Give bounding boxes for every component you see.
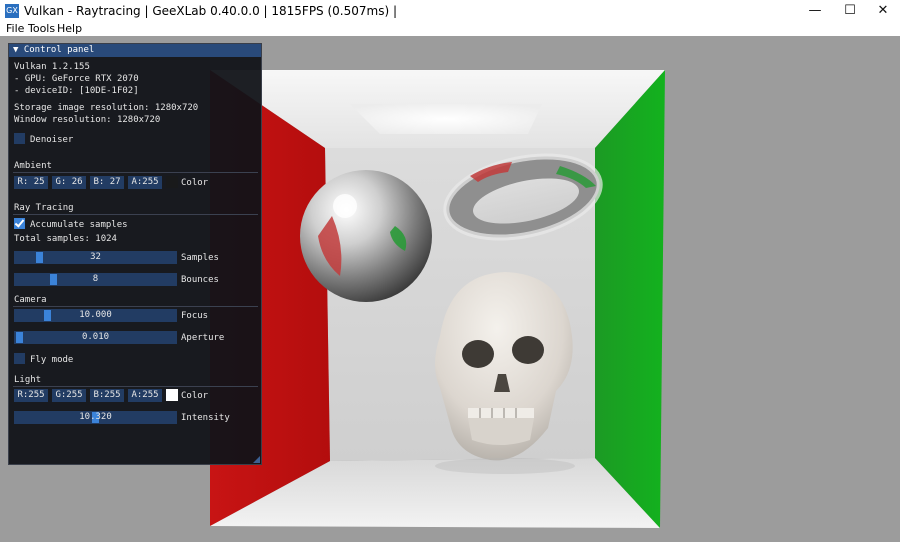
ambient-section-label: Ambient [14,161,52,171]
light-a-field[interactable]: A:255 [128,389,162,402]
focus-value: 10.000 [79,310,112,320]
divider [13,306,258,307]
menu-file[interactable]: File [6,22,24,35]
bounces-label: Bounces [181,275,219,285]
window-title: Vulkan - Raytracing | GeeXLab 0.40.0.0 |… [24,4,398,18]
intensity-label: Intensity [181,413,230,423]
light-color-label: Color [181,391,209,401]
light-section-label: Light [14,375,42,385]
gpu-info: - GPU: GeForce RTX 2070 [14,74,139,84]
samples-slider[interactable]: 32 [14,251,177,264]
bounces-value: 8 [92,274,99,284]
window-resolution: Window resolution: 1280x720 [14,115,161,125]
denoiser-checkbox[interactable] [14,133,25,144]
close-button[interactable]: ✕ [866,0,900,22]
aperture-label: Aperture [181,333,225,343]
ambient-a-field[interactable]: A:255 [128,176,162,189]
app-logo-icon: GX [5,4,19,18]
ambient-r-field[interactable]: R: 25 [14,176,48,189]
denoiser-label: Denoiser [30,135,74,145]
divider [13,386,258,387]
light-r-field[interactable]: R:255 [14,389,48,402]
control-panel-title: ▼ Control panel [13,45,95,55]
intensity-slider[interactable]: 10.320 [14,411,177,424]
menu-bar: File Tools Help [0,22,900,36]
accumulate-samples-label: Accumulate samples [30,220,128,230]
ambient-color-label: Color [181,178,209,188]
total-samples: Total samples: 1024 [14,234,117,244]
ambient-b-field[interactable]: B: 27 [90,176,124,189]
menu-help[interactable]: Help [57,22,82,35]
device-id: - deviceID: [10DE-1F02] [14,86,139,96]
divider [13,172,258,173]
minimize-button[interactable]: — [798,0,832,22]
accumulate-samples-checkbox[interactable] [14,218,25,229]
light-g-field[interactable]: G:255 [52,389,86,402]
control-panel[interactable]: ▼ Control panel Vulkan 1.2.155 - GPU: Ge… [8,43,262,465]
maximize-button[interactable]: ☐ [833,0,867,22]
raytracing-section-label: Ray Tracing [14,203,74,213]
ambient-color-swatch[interactable] [166,176,178,188]
samples-label: Samples [181,253,219,263]
fly-mode-checkbox[interactable] [14,353,25,364]
control-panel-header[interactable]: ▼ Control panel [9,44,261,57]
bounces-slider[interactable]: 8 [14,273,177,286]
menu-tools[interactable]: Tools [28,22,55,35]
aperture-value: 0.010 [81,332,110,342]
focus-slider[interactable]: 10.000 [14,309,177,322]
fly-mode-label: Fly mode [30,355,74,365]
light-color-swatch[interactable] [166,389,178,401]
storage-resolution: Storage image resolution: 1280x720 [14,103,199,113]
camera-section-label: Camera [14,295,47,305]
resize-grip[interactable] [253,456,260,463]
focus-label: Focus [181,311,209,321]
vulkan-version: Vulkan 1.2.155 [14,62,90,72]
samples-value: 32 [90,252,101,262]
title-bar[interactable]: GX Vulkan - Raytracing | GeeXLab 0.40.0.… [0,0,900,22]
ambient-g-field[interactable]: G: 26 [52,176,86,189]
divider [13,214,258,215]
intensity-value: 10.320 [79,412,112,422]
aperture-slider[interactable]: 0.010 [14,331,177,344]
light-b-field[interactable]: B:255 [90,389,124,402]
